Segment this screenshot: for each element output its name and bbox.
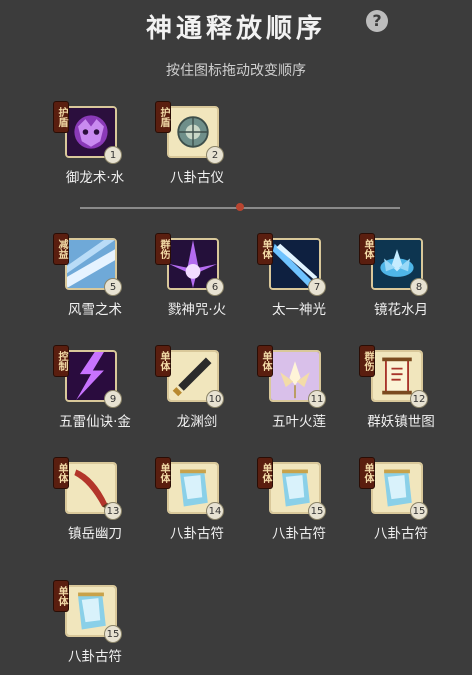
skill-slot-top-1[interactable]: 护盾 1 御龙术·水 xyxy=(45,102,145,196)
skill-type-tag: 单体 xyxy=(360,234,374,264)
skill-slot[interactable]: 群伤 12 群妖镇世图 xyxy=(351,346,451,440)
skill-type-tag: 单体 xyxy=(156,346,170,376)
skill-type-tag: 群伤 xyxy=(156,234,170,264)
order-badge: 7 xyxy=(308,278,326,296)
skill-slot[interactable]: 单体 15 八卦古符 xyxy=(351,458,451,552)
skill-type-tag: 单体 xyxy=(360,458,374,488)
skill-slot[interactable]: 单体 15 八卦古符 xyxy=(45,581,145,675)
order-badge: 2 xyxy=(206,146,224,164)
order-badge: 10 xyxy=(206,390,224,408)
skill-slot[interactable]: 减益 5 风雪之术 xyxy=(45,234,145,328)
skill-slot[interactable]: 单体 7 太一神光 xyxy=(249,234,349,328)
order-badge: 1 xyxy=(104,146,122,164)
skill-name: 八卦古仪 xyxy=(170,170,224,186)
skill-type-tag: 单体 xyxy=(156,458,170,488)
skill-type-tag: 单体 xyxy=(258,234,272,264)
skill-name: 五雷仙诀·金 xyxy=(59,414,131,430)
skill-slot[interactable]: 单体 14 八卦古符 xyxy=(147,458,247,552)
skill-slot[interactable]: 单体 11 五叶火莲 xyxy=(249,346,349,440)
order-badge: 8 xyxy=(410,278,428,296)
skill-slot[interactable]: 单体 10 龙渊剑 xyxy=(147,346,247,440)
skill-slot[interactable]: 单体 8 镜花水月 xyxy=(351,234,451,328)
skill-type-tag: 减益 xyxy=(54,234,68,264)
order-badge: 15 xyxy=(410,502,428,520)
order-badge: 12 xyxy=(410,390,428,408)
order-badge: 6 xyxy=(206,278,224,296)
skill-name: 八卦古符 xyxy=(68,649,122,665)
skill-type-tag: 护盾 xyxy=(156,102,170,132)
page-title: 神通释放顺序 xyxy=(145,14,326,44)
skill-slot[interactable]: 群伤 6 戮神咒·火 xyxy=(147,234,247,328)
help-icon[interactable]: ? xyxy=(366,10,388,32)
skill-name: 八卦古符 xyxy=(170,526,224,542)
page-subtitle: 按住图标拖动改变顺序 xyxy=(166,63,306,79)
order-badge: 9 xyxy=(104,390,122,408)
skill-name: 镜花水月 xyxy=(374,302,428,318)
skill-name: 群妖镇世图 xyxy=(367,414,435,430)
skill-name: 八卦古符 xyxy=(374,526,428,542)
skill-type-tag: 单体 xyxy=(258,346,272,376)
skill-slot-top-2[interactable]: 护盾 2 八卦古仪 xyxy=(147,102,247,196)
skill-slot[interactable]: 单体 13 镇岳幽刀 xyxy=(45,458,145,552)
order-badge: 5 xyxy=(104,278,122,296)
skill-type-tag: 单体 xyxy=(258,458,272,488)
skill-type-tag: 护盾 xyxy=(54,102,68,132)
skill-name: 戮神咒·火 xyxy=(167,302,227,318)
skill-type-tag: 单体 xyxy=(54,458,68,488)
skill-slot[interactable]: 控制 9 五雷仙诀·金 xyxy=(45,346,145,440)
skill-name: 风雪之术 xyxy=(68,302,122,318)
skill-name: 太一神光 xyxy=(272,302,326,318)
order-badge: 15 xyxy=(104,625,122,643)
order-badge: 13 xyxy=(104,502,122,520)
skill-name: 镇岳幽刀 xyxy=(68,526,122,542)
skill-name: 五叶火莲 xyxy=(272,414,326,430)
skill-name: 龙渊剑 xyxy=(176,414,218,430)
skill-slot[interactable]: 单体 15 八卦古符 xyxy=(249,458,349,552)
order-badge: 14 xyxy=(206,502,224,520)
skill-name: 御龙术·水 xyxy=(65,170,125,186)
skill-name: 八卦古符 xyxy=(272,526,326,542)
skill-type-tag: 群伤 xyxy=(360,346,374,376)
skill-type-tag: 控制 xyxy=(54,346,68,376)
divider-marker xyxy=(236,203,244,211)
order-badge: 11 xyxy=(308,390,326,408)
order-badge: 15 xyxy=(308,502,326,520)
skill-type-tag: 单体 xyxy=(54,581,68,611)
